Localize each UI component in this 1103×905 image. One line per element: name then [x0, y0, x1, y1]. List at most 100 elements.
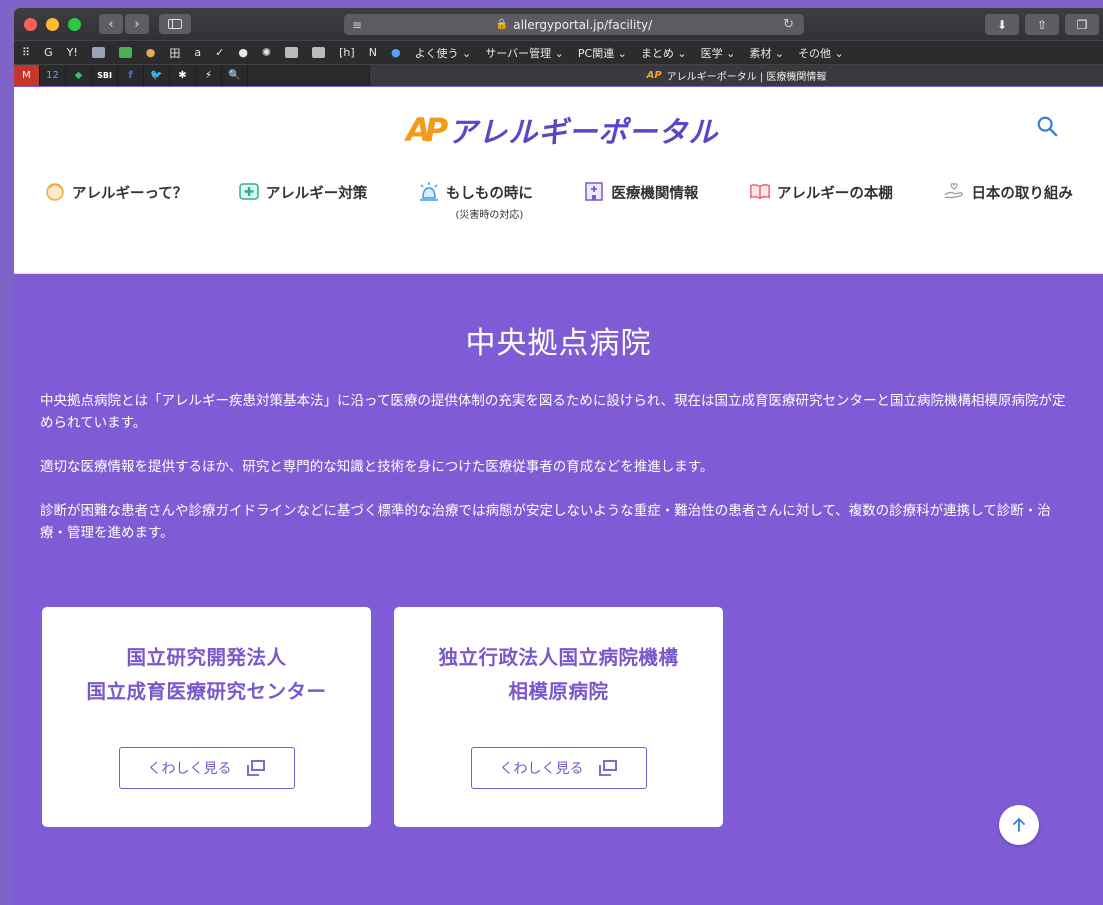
active-tab[interactable]: AP アレルギーポータル | 医療機関情報 [369, 65, 1103, 86]
nav-sublabel: (災害時の対応) [455, 210, 524, 221]
pinned-tab-facebook[interactable]: f [118, 65, 144, 86]
tabs-overview-button[interactable]: ❐ [1065, 14, 1099, 35]
nav-item-medical-institutions[interactable]: 医療機関情報 [583, 182, 698, 203]
reader-mode-icon[interactable]: ≡ [352, 18, 362, 32]
page-content: AP アレルギーポータル アレルギーって？ アレルギー対策 もしもの時に (災害… [14, 87, 1103, 905]
hospital-cards: 国立研究開発法人 国立成育医療研究センター くわしく見る 独立行政法人国立病院機… [42, 607, 723, 827]
intro-paragraph: 中央拠点病院とは「アレルギー疾患対策基本法」に沿って医療の提供体制の充実を図るた… [40, 393, 1066, 431]
logo-mark: AP [406, 111, 448, 149]
sidebar-toggle-button[interactable] [159, 14, 191, 34]
arrow-up-icon [1013, 817, 1025, 832]
maximize-window-button[interactable] [68, 17, 81, 31]
bookmark-item[interactable]: G [44, 46, 53, 59]
bookmark-item[interactable]: N [369, 46, 377, 59]
intro-paragraph: 適切な医療情報を提供するほか、研究と専門的な知識と技術を身につけた医療従事者の育… [40, 459, 714, 475]
details-button-label: くわしく見る [499, 761, 584, 777]
bookmark-folder[interactable]: 素材 ⌄ [749, 45, 784, 61]
bookmark-item[interactable]: 田 [169, 45, 180, 61]
hospital-name: 国立研究開発法人 国立成育医療研究センター [42, 641, 371, 709]
forward-button[interactable]: › [125, 14, 149, 34]
reload-icon[interactable]: ↻ [783, 17, 794, 32]
details-button[interactable]: くわしく見る [118, 747, 295, 789]
intro-text: 中央拠点病院とは「アレルギー疾患対策基本法」に沿って医療の提供体制の充実を図るた… [14, 390, 1103, 544]
bookmark-icon[interactable] [91, 47, 105, 58]
bookmark-icon[interactable] [312, 47, 326, 58]
search-icon[interactable] [1036, 115, 1058, 137]
siren-icon [418, 180, 440, 202]
tool-icon[interactable]: ✓ [215, 46, 224, 59]
details-button[interactable]: くわしく見る [470, 747, 647, 789]
nav-item-emergency[interactable]: もしもの時に (災害時の対応) [418, 182, 533, 221]
active-tab-title: アレルギーポータル | 医療機関情報 [666, 72, 827, 83]
browser-window: ‹ › ≡ 🔒 allergyportal.jp/facility/ ↻ ⬇ ⇧… [14, 8, 1103, 905]
pinned-tab[interactable]: ◆ [66, 65, 92, 86]
external-link-icon [598, 760, 617, 776]
bookmark-icon[interactable] [285, 47, 299, 58]
hospital-name-line: 独立行政法人国立病院機構 [438, 646, 679, 669]
nav-label: アレルギーって？ [72, 186, 188, 202]
bookmark-folder[interactable]: サーバー管理 ⌄ [485, 45, 564, 61]
apps-grid-icon[interactable]: ⠿ [22, 46, 30, 59]
bookmark-item[interactable]: [h] [339, 46, 355, 59]
bookmark-item[interactable]: a [194, 46, 201, 59]
first-aid-icon [238, 180, 260, 202]
site-header: AP アレルギーポータル アレルギーって？ アレルギー対策 もしもの時に (災害… [14, 87, 1103, 274]
bookmarks-bar: ⠿ G Y! ● 田 a ✓ ● ✺ [h] N ● よく使う ⌄ サーバー管理… [14, 40, 1103, 64]
gear-icon[interactable]: ✺ [262, 46, 271, 59]
m-icon[interactable]: ● [391, 46, 401, 59]
nav-label: アレルギーの本棚 [776, 186, 893, 202]
scroll-to-top-button[interactable] [999, 805, 1039, 845]
favicon: AP [646, 70, 662, 81]
browser-titlebar: ‹ › ≡ 🔒 allergyportal.jp/facility/ ↻ ⬇ ⇧… [14, 8, 1103, 40]
pinned-tab-calendar[interactable]: 12 [40, 65, 66, 86]
money-bag-icon[interactable]: ● [146, 46, 156, 59]
address-bar[interactable]: ≡ 🔒 allergyportal.jp/facility/ ↻ [344, 14, 804, 35]
bookmark-folder[interactable]: その他 ⌄ [798, 45, 844, 61]
pinned-tab-search[interactable]: 🔍 [222, 65, 248, 86]
book-icon [749, 180, 771, 202]
nav-label: もしもの時に [445, 186, 533, 202]
bookmark-icon[interactable] [118, 47, 132, 58]
hand-heart-icon [943, 180, 965, 202]
downloads-button[interactable]: ⬇ [985, 14, 1019, 35]
nav-item-bookshelf[interactable]: アレルギーの本棚 [749, 182, 893, 203]
sidebar-icon [168, 19, 182, 29]
pinned-tab-twitter[interactable]: 🐦 [144, 65, 170, 86]
bookmark-item[interactable]: Y! [67, 46, 78, 59]
logo-text: アレルギーポータル [448, 115, 719, 149]
hospital-card: 国立研究開発法人 国立成育医療研究センター くわしく見る [42, 607, 371, 827]
url-text: allergyportal.jp/facility/ [513, 17, 653, 32]
window-controls [24, 17, 81, 31]
site-logo[interactable]: AP アレルギーポータル [406, 109, 718, 151]
hospital-name-line: 国立成育医療研究センター [86, 680, 327, 703]
intro-paragraph: 診断が困難な患者さんや診療ガイドラインなどに基づく標準的な治療では病態が安定しな… [40, 503, 1051, 541]
pinned-tab-sbi[interactable]: SBI [92, 65, 118, 86]
close-window-button[interactable] [24, 17, 37, 31]
page-title: 中央拠点病院 [465, 326, 652, 361]
back-button[interactable]: ‹ [99, 14, 123, 34]
bookmark-folder[interactable]: 医学 ⌄ [701, 45, 736, 61]
facility-section: 中央拠点病院 中央拠点病院とは「アレルギー疾患対策基本法」に沿って医療の提供体制… [14, 275, 1103, 905]
nav-item-allergy-measures[interactable]: アレルギー対策 [238, 180, 367, 203]
hospital-card: 独立行政法人国立病院機構 相模原病院 くわしく見る [394, 607, 723, 827]
hospital-icon [583, 180, 605, 202]
nav-label: 日本の取り組み [971, 186, 1073, 202]
hospital-name: 独立行政法人国立病院機構 相模原病院 [394, 641, 723, 709]
hospital-name-line: 相模原病院 [508, 680, 609, 703]
pinned-tab-gmail[interactable]: M [14, 65, 40, 86]
bookmark-folder[interactable]: PC関連 ⌄ [578, 45, 627, 61]
tab-bar: M 12 ◆ SBI f 🐦 ✱ ⚡ 🔍 AP アレルギーポータル | 医療機関… [14, 64, 1103, 86]
pinned-tab-slack[interactable]: ✱ [170, 65, 196, 86]
minimize-window-button[interactable] [46, 17, 59, 31]
details-button-label: くわしく見る [147, 761, 232, 777]
bookmark-folder[interactable]: よく使う ⌄ [415, 45, 472, 61]
share-button[interactable]: ⇧ [1025, 14, 1059, 35]
nav-item-japan-efforts[interactable]: 日本の取り組み [943, 182, 1073, 203]
magnifier-icon[interactable]: ● [238, 46, 248, 59]
nav-item-about-allergy[interactable]: アレルギーって？ [44, 182, 187, 203]
face-icon [44, 180, 66, 202]
bookmark-folder[interactable]: まとめ ⌄ [641, 45, 687, 61]
nav-label: 医療機関情報 [611, 186, 699, 202]
hospital-name-line: 国立研究開発法人 [126, 646, 287, 669]
pinned-tab[interactable]: ⚡ [196, 65, 222, 86]
